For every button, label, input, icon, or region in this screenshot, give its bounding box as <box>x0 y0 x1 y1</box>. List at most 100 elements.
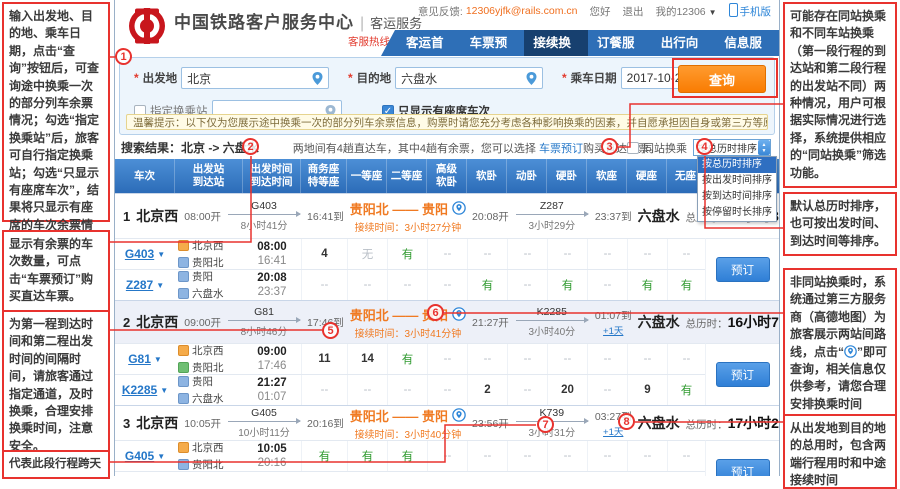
same-station-checkbox[interactable] <box>627 141 639 154</box>
leg2-arrow: Z287 3小时29分 <box>515 200 589 232</box>
chevron-down-icon[interactable]: ▼ <box>156 281 164 290</box>
marker-3: 3 <box>601 138 618 155</box>
to-input[interactable]: 六盘水 <box>395 67 544 89</box>
book-button[interactable]: 预订 <box>715 257 770 282</box>
station-type-icon <box>178 345 189 356</box>
site-title: 中国铁路客户服务中心 <box>174 13 354 32</box>
callout-cross-day: 代表此段行程跨天 <box>2 450 110 479</box>
station-type-icon <box>178 362 189 373</box>
railway-app-window: 中国铁路客户服务中心 | 客运服务 客服热线:12306 意见反馈: 12306… <box>114 0 780 476</box>
china-railway-logo-icon <box>127 6 167 51</box>
itinerary-summary: 2 北京西 09:00开 G818小时46分 17:46到 贵阳北 —— 贵阳 … <box>115 301 779 343</box>
brand: 中国铁路客户服务中心 | 客运服务 客服热线:12306 <box>127 6 422 51</box>
route-map-icon[interactable] <box>452 201 466 215</box>
sort-option-departure-time[interactable]: 按出发时间排序 <box>698 173 776 189</box>
sort-option-arrival-time[interactable]: 按到达时间排序 <box>698 189 776 205</box>
callout-transfer-interval: 为第一程到达时间和第二程出发时间的间隔时间，请旅客通过指定通道，及时换乘，合理安… <box>2 310 110 462</box>
itinerary-group: 3 北京西 10:05开 G405 10小时11分 20:16到 贵阳北 —— 贵… <box>115 405 779 476</box>
train-code-link[interactable]: G405 <box>125 449 154 463</box>
sort-option-stopover-time[interactable]: 按停留时长排序 <box>698 205 776 221</box>
tab-info-service[interactable]: 信息服务 <box>715 30 779 56</box>
station-type-icon <box>178 240 189 251</box>
warm-notice: 温馨提示：以下仅为您展示途中换乘一次的部分列车余票信息，购票时请您充分考虑各种影… <box>126 114 768 130</box>
site-header: 中国铁路客户服务中心 | 客运服务 客服热线:12306 意见反馈: 12306… <box>115 0 779 56</box>
train-code-link[interactable]: K2285 <box>122 383 157 397</box>
date-label: 乘车日期 <box>570 73 617 85</box>
chevron-down-icon[interactable]: ▼ <box>160 386 168 395</box>
book-button[interactable]: 预订 <box>715 362 770 387</box>
title-divider: | <box>360 15 365 32</box>
chevron-down-icon[interactable]: ▼ <box>157 452 165 461</box>
my-12306-menu[interactable]: 我的12306 ▼ <box>655 4 716 19</box>
feedback-label: 意见反馈: <box>417 5 463 18</box>
station-type-icon <box>178 271 189 282</box>
results-label: 搜索结果：北京 -> 六盘水 <box>121 141 259 155</box>
train-row: G405 ▼ 北京西 贵阳北 10:05 20:16 有 有 有 -- -- -- … <box>115 440 705 471</box>
site-subtitle: 客运服务 <box>370 16 423 31</box>
itinerary-summary: 3 北京西 10:05开 G405 10小时11分 20:16到 贵阳北 —— 贵… <box>115 406 779 440</box>
train-row: G403 ▼ 北京西 贵阳北 08:00 16:41 4 无 有 -- -- -- … <box>115 238 705 269</box>
marker-4: 4 <box>696 138 713 155</box>
route-map-icon[interactable] <box>452 307 466 321</box>
route-map-icon[interactable] <box>452 408 466 422</box>
tab-ticket-booking[interactable]: 车票预订 <box>461 30 525 56</box>
total-duration: 总历时：16小时7分钟 <box>685 314 779 330</box>
train-code-link[interactable]: G403 <box>125 247 154 261</box>
total-duration: 总历时：17小时22分钟 <box>685 415 779 431</box>
to-label: 目的地 <box>356 73 392 85</box>
spinner-arrows-icon[interactable]: ▲ ▼ <box>758 140 770 155</box>
book-button[interactable]: 预订 <box>715 459 770 476</box>
callout-map-route: 非同站换乘时，系统通过第三方服务商（高德地图）为旅客展示两站间路线，点击“ ”即可… <box>783 268 897 420</box>
chevron-down-icon: ▼ <box>708 7 717 17</box>
transfer-info: 贵阳北 —— 贵阳 接续时间：3小时40分钟 <box>350 406 466 440</box>
logout-link[interactable]: 退出 <box>622 4 643 19</box>
itinerary-summary: 1 北京西 08:00开 G403 8小时41分 16:41到 贵阳北 —— 贵阳… <box>115 194 779 238</box>
leg1-arrow: G405 10小时11分 <box>227 407 302 439</box>
main-nav: 客运首页 车票预订 接续换乘 订餐服务 出行向导 信息服务 <box>381 30 779 56</box>
train-row-partial: 贵阳 23:56 <box>115 471 705 476</box>
sort-dropdown-menu: 按总历时排序 按出发时间排序 按到达时间排序 按停留时长排序 <box>697 156 777 222</box>
transfer-info: 贵阳北 —— 贵阳 接续时间：3小时41分钟 <box>350 305 466 340</box>
mobile-version-link[interactable]: 手机版 <box>728 3 771 19</box>
train-row: G81 ▼ 北京西 贵阳北 09:00 17:46 11 14 有 -- -- --… <box>115 343 705 374</box>
station-type-icon <box>178 393 189 404</box>
sort-option-total-time[interactable]: 按总历时排序 <box>698 157 776 173</box>
itinerary-group: 2 北京西 09:00开 G818小时46分 17:46到 贵阳北 —— 贵阳 … <box>115 300 779 405</box>
station-type-icon <box>178 257 189 268</box>
destination-station: 六盘水 <box>637 314 680 330</box>
tab-transfer[interactable]: 接续换乘 <box>524 30 589 56</box>
tab-passenger-home[interactable]: 客运首页 <box>397 30 461 56</box>
callout-total-time: 从出发地到目的地的总用时，包含两端行程用时和中途接续时间 <box>783 414 897 489</box>
same-station-filter: 同站换乘 <box>627 140 687 156</box>
departure-station: 北京西 <box>136 314 179 330</box>
transfer-info: 贵阳北 —— 贵阳 接续时间：3小时27分钟 <box>350 199 466 234</box>
tab-travel-guide[interactable]: 出行向导 <box>652 30 716 56</box>
chevron-down-icon[interactable]: ▼ <box>154 355 162 364</box>
ticket-booking-link[interactable]: 车票预订 <box>539 143 583 155</box>
phone-icon <box>728 3 738 17</box>
train-row: K2285 ▼ 贵阳 六盘水 21:27 01:07 -- -- -- -- 2 -… <box>115 374 705 405</box>
callout-same-station-filter: 可能存在同站换乘和不同车站换乘（第一段行程的到达站和第二段行程的出发站不同）两种… <box>783 2 897 188</box>
location-pin-icon <box>526 71 537 85</box>
destination-station: 六盘水 <box>637 208 680 224</box>
from-field: * 出发地 北京 <box>134 67 330 89</box>
leg2-arrow: K2285 3小时40分 <box>515 306 589 338</box>
train-code-link[interactable]: Z287 <box>126 278 153 292</box>
marker-2: 2 <box>242 138 259 155</box>
feedback-email-link[interactable]: 12306yjfk@rails.com.cn <box>466 5 578 17</box>
callout-sort-order: 默认总历时排序，也可按出发时间、到达时间等排序。 <box>783 192 897 257</box>
location-pin-icon <box>312 71 323 85</box>
plus-one-day-link[interactable]: +1天 <box>603 323 623 337</box>
train-code-link[interactable]: G81 <box>128 352 151 366</box>
chevron-down-icon[interactable]: ▼ <box>157 250 165 259</box>
search-panel: * 出发地 北京 * 目的地 六盘水 * 乘车日期 2017-10-20 查询 <box>119 57 775 135</box>
from-input[interactable]: 北京 <box>181 67 330 89</box>
tab-meal-service[interactable]: 订餐服务 <box>588 30 652 56</box>
itinerary-group: 1 北京西 08:00开 G403 8小时41分 16:41到 贵阳北 —— 贵阳… <box>115 193 779 300</box>
results-bar: 搜索结果：北京 -> 六盘水 两地间有4趟直达车，其中4趟有余票，您可以选择 车… <box>121 139 773 156</box>
query-button[interactable]: 查询 <box>678 65 766 93</box>
from-label: 出发地 <box>142 73 178 85</box>
marker-1: 1 <box>115 48 132 65</box>
train-table-header: 车次 出发站 到达站 出发时间 到达时间 商务座 特等座 一等座 二等座 高级 软卧 软… <box>115 159 779 193</box>
departure-station: 北京西 <box>136 415 179 431</box>
